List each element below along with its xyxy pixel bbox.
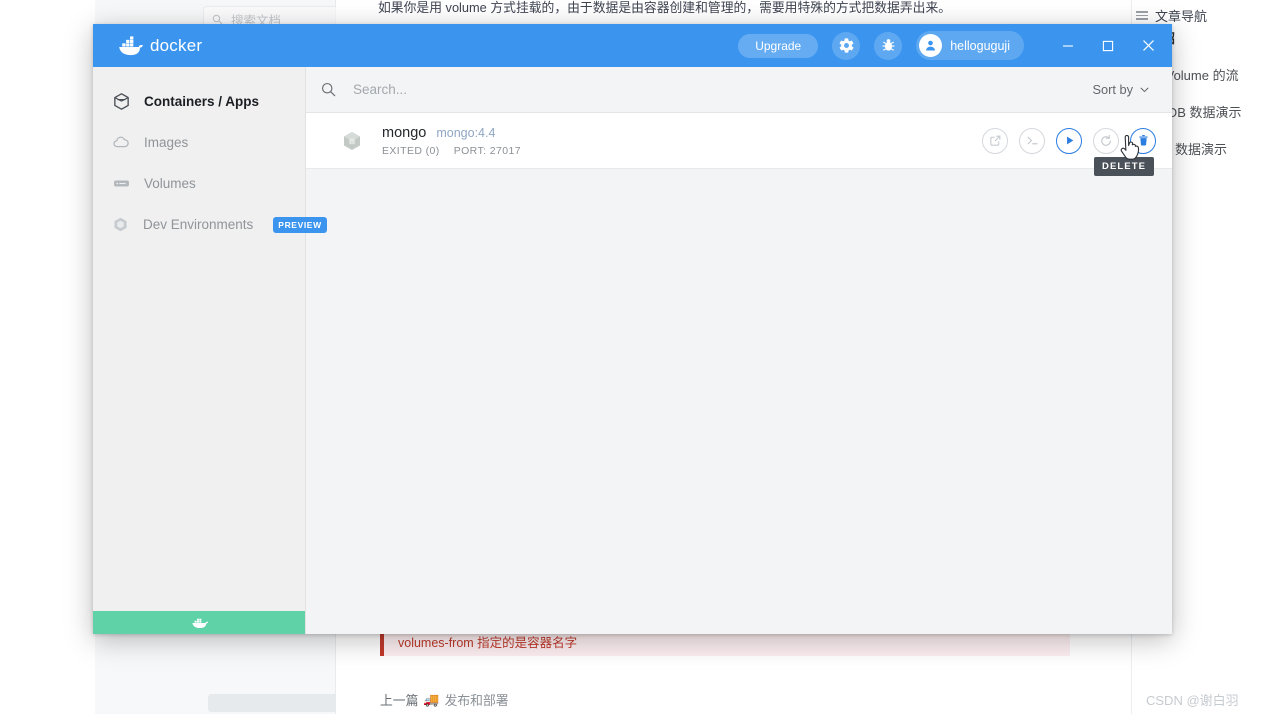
truck-icon: 🚚 [423,691,440,707]
trash-icon [1138,134,1148,146]
delete-button[interactable] [1130,127,1156,154]
external-link-icon [989,135,1000,146]
csdn-watermark: CSDN @谢白羽 [1146,693,1239,708]
maximize-button[interactable] [1088,24,1128,67]
titlebar-actions: Upgrade helloguguji [738,24,1172,67]
container-title-line: mongo mongo:4.4 [382,125,521,141]
toc-header: 文章导航 [1136,6,1207,25]
restart-button [1093,127,1119,154]
search-area [320,81,1092,98]
prev-link-label[interactable]: 发布和部署 [445,690,509,709]
sidebar-nav: Containers / Apps Images Volumes Dev Env… [93,67,327,611]
minimize-button[interactable] [1048,24,1088,67]
bug-report-button[interactable] [874,31,903,60]
container-name: mongo [382,124,427,141]
search-icon [321,82,336,97]
docker-body: Containers / Apps Images Volumes Dev Env… [93,67,1172,634]
prev-label: 上一篇 [380,693,419,708]
open-in-browser-button [982,127,1008,154]
article-warning-text: volumes-from 指定的是容器名字 [398,635,578,650]
containers-list: mongo mongo:4.4 EXITED (0) PORT: 27017 [306,113,1172,169]
container-info: mongo mongo:4.4 EXITED (0) PORT: 27017 [382,125,521,157]
sidebar-item-dev-environments[interactable]: Dev Environments PREVIEW [93,204,327,245]
start-button[interactable] [1056,127,1082,154]
docker-main-panel: Sort by [306,67,1172,634]
settings-button[interactable] [832,31,861,60]
volume-drive-icon [111,174,131,193]
close-button[interactable] [1128,24,1168,67]
cli-button [1019,127,1045,154]
gear-icon [839,38,854,53]
docker-desktop-window: docker Upgrade helloguguji Containers / … [93,24,1172,634]
user-avatar-icon [919,34,943,57]
container-actions [982,127,1156,154]
sidebar-item-containers-label: Containers / Apps [144,94,260,109]
upgrade-button[interactable]: Upgrade [738,33,819,58]
sidebar-item-dev-environments-label: Dev Environments [143,217,254,232]
sort-by-dropdown[interactable]: Sort by [1092,82,1150,97]
docker-whale-icon [118,35,143,55]
maximize-icon [1102,40,1114,51]
sidebar-item-containers[interactable]: Containers / Apps [93,81,305,122]
preview-badge: PREVIEW [273,216,327,233]
play-icon [1066,136,1073,145]
docker-brand: docker [114,35,202,57]
container-box-icon [111,92,131,111]
window-controls [1048,24,1168,67]
chevron-down-icon [1140,87,1149,93]
sidebar-item-images-label: Images [144,135,189,150]
search-input[interactable] [351,81,775,98]
containers-toolbar: Sort by [306,67,1172,113]
bug-icon [882,39,895,51]
docker-titlebar: docker Upgrade helloguguji [93,24,1172,67]
username-label: helloguguji [950,38,1010,53]
article-top-paragraph: 如果你是用 volume 方式挂载的，由于数据是由容器创建和管理的，需要用特殊的… [378,0,1130,16]
docker-status-bar[interactable] [93,611,305,634]
sidebar-item-volumes-label: Volumes [144,176,196,191]
search-icon [212,14,223,24]
article-prev-nav[interactable]: 上一篇 🚚 发布和部署 [380,690,509,709]
account-menu[interactable]: helloguguji [916,31,1024,60]
article-top-text: 如果你是用 volume 方式挂载的，由于数据是由容器创建和管理的，需要用特殊的… [378,0,952,15]
sidebar-item-images[interactable]: Images [93,122,305,163]
restart-icon [1101,134,1111,146]
table-row[interactable]: mongo mongo:4.4 EXITED (0) PORT: 27017 [306,113,1172,169]
toc-title: 文章导航 [1155,9,1208,24]
cloud-icon [111,133,131,152]
terminal-icon [1027,136,1037,145]
sidebar-item-volumes[interactable]: Volumes [93,163,305,204]
status-badge: EXITED (0) [382,144,440,157]
dev-env-icon [111,215,130,234]
delete-tooltip: DELETE [1094,157,1155,176]
docker-wordmark: docker [150,35,203,55]
minimize-icon [1063,44,1073,47]
sort-by-label: Sort by [1092,82,1133,97]
container-image-tag[interactable]: mongo:4.4 [436,126,495,140]
docker-whale-icon [191,618,209,628]
close-icon [1142,40,1154,51]
container-port: PORT: 27017 [453,144,521,157]
container-meta-line: EXITED (0) PORT: 27017 [382,145,521,157]
docker-sidebar: Containers / Apps Images Volumes Dev Env… [93,67,327,634]
list-icon [1136,11,1148,20]
cube-icon [340,129,366,153]
